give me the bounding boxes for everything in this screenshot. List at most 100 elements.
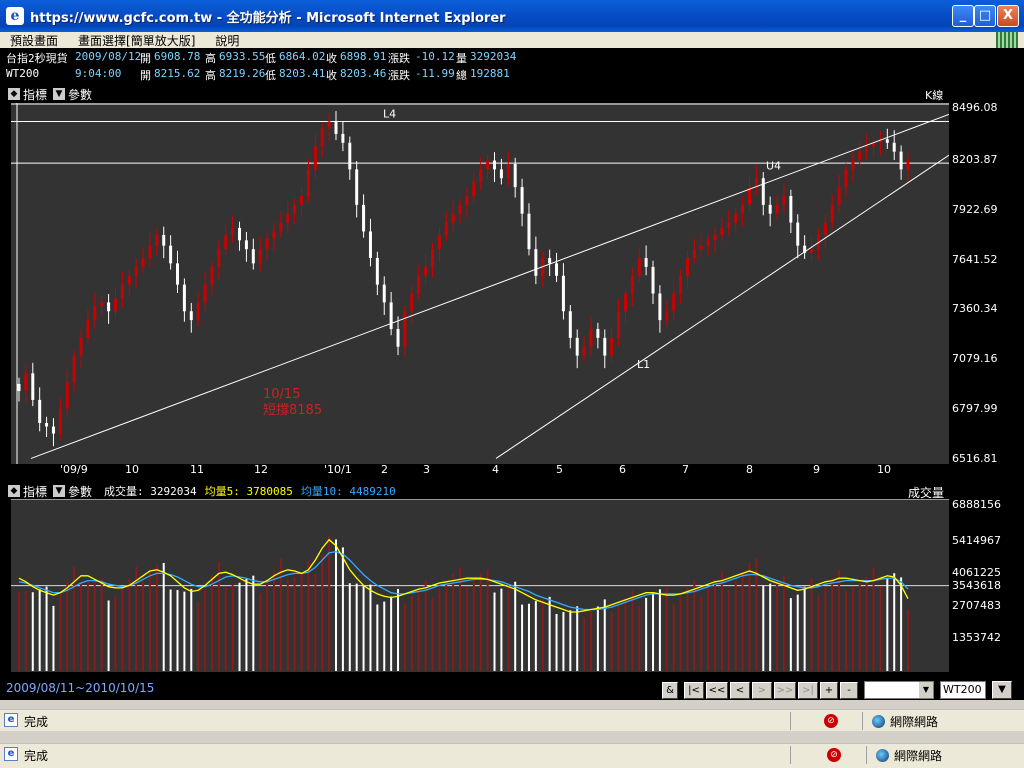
price-tick-label: 8203.87	[952, 152, 998, 166]
candle-body	[51, 426, 55, 434]
candle-body	[506, 164, 510, 179]
candle-body	[782, 195, 786, 205]
date-tick-label: 9	[813, 463, 820, 476]
nav-forward-button[interactable]: >	[752, 682, 772, 699]
candle-body	[706, 240, 710, 246]
change-label: 漲跌	[388, 69, 410, 82]
chart-annotation: U4	[766, 160, 781, 173]
candlestick-chart[interactable]: L4 U4 L1 10/15短撐8185	[11, 103, 949, 464]
candle-body	[534, 249, 538, 276]
security-zone: 網際網路	[876, 747, 942, 764]
candle-body	[465, 195, 469, 205]
candle-body	[892, 142, 896, 152]
candle-body	[651, 266, 655, 294]
candle-body	[148, 245, 152, 259]
price-tick-label: 6797.99	[952, 402, 998, 416]
candle-body	[65, 382, 69, 409]
candle-body	[906, 160, 910, 170]
zoom-in-button[interactable]: +	[820, 682, 838, 699]
candle-body	[699, 245, 703, 250]
zone-label: 網際網路	[894, 749, 943, 763]
date-tick-label: 2	[381, 463, 388, 476]
candle-body	[679, 275, 683, 294]
close-label: 收	[326, 69, 337, 82]
zoom-out-button[interactable]: -	[840, 682, 858, 699]
candle-body	[775, 204, 779, 214]
candle-body	[768, 204, 772, 214]
menu-item-default-view[interactable]: 預設畫面	[0, 32, 68, 49]
candle-body	[761, 178, 765, 205]
connection-meter-icon	[996, 32, 1018, 48]
candle-body	[810, 249, 814, 253]
candle-body	[100, 302, 104, 306]
divider	[790, 746, 791, 764]
nav-back-button[interactable]: <	[730, 682, 750, 699]
menu-item-help[interactable]: 說明	[205, 32, 249, 49]
high-label: 高	[205, 52, 216, 65]
date-tick-label: '09/9	[60, 463, 88, 476]
outer-status-bar: e 完成 ⊘ 網際網路	[0, 743, 1024, 768]
nav-last-button[interactable]: >|	[798, 682, 818, 699]
date-tick-label: 12	[254, 463, 268, 476]
period-select[interactable]: ▼	[864, 681, 934, 699]
price-tick-label: 7079.16	[952, 352, 998, 366]
candle-body	[741, 204, 745, 214]
menu-item-view-select[interactable]: 畫面選擇[簡單放大版]	[68, 32, 205, 49]
indicator-button[interactable]: 指標	[23, 86, 47, 103]
candle-body	[362, 204, 366, 232]
price-tick-label: 7922.69	[952, 202, 998, 216]
candle-body	[203, 284, 207, 303]
candle-body	[251, 249, 255, 264]
candle-body	[555, 263, 559, 276]
candle-body	[238, 227, 242, 241]
candle-body	[865, 146, 869, 152]
date-tick-label: 3	[423, 463, 430, 476]
candle-body	[86, 320, 90, 338]
nav-fast-forward-button[interactable]: >>	[774, 682, 796, 699]
chevron-down-icon[interactable]: ▼	[919, 682, 933, 698]
close-label: 收	[326, 52, 337, 65]
popup-blocked-icon[interactable]: ⊘	[824, 714, 838, 728]
candle-body	[24, 373, 28, 392]
close-button[interactable]: X	[997, 5, 1019, 27]
candle-body	[658, 293, 662, 321]
code-input[interactable]: WT200	[940, 681, 986, 699]
price-tick-label: 7641.52	[952, 252, 998, 266]
change-value: -10.12	[415, 50, 455, 63]
browser-window: e https://www.gcfc.com.tw - 全功能分析 - Micr…	[0, 0, 1024, 768]
triangle-down-icon[interactable]: ▼	[53, 88, 66, 100]
triangle-down-icon[interactable]: ▼	[53, 485, 66, 497]
candle-body	[899, 151, 903, 170]
date-tick-label: 6	[619, 463, 626, 476]
indicator-button[interactable]: 指標	[23, 483, 47, 500]
nav-link-button[interactable]: &	[662, 682, 678, 699]
chart-annotation: 短撐8185	[263, 403, 322, 418]
minimize-button[interactable]: _	[952, 5, 974, 27]
candle-body	[382, 284, 386, 303]
candle-body	[486, 160, 490, 170]
candle-body	[72, 355, 76, 383]
params-button[interactable]: 參數	[68, 86, 92, 103]
popup-blocked-icon[interactable]: ⊘	[827, 748, 841, 762]
candle-body	[444, 222, 448, 235]
nav-first-button[interactable]: |<	[684, 682, 704, 699]
maximize-button[interactable]: □	[974, 5, 996, 27]
candle-body	[424, 266, 428, 276]
volume-tick-label: 3543618	[952, 578, 1001, 592]
candle-body	[375, 258, 379, 285]
diamond-icon[interactable]: ◆	[8, 88, 20, 100]
diamond-icon[interactable]: ◆	[8, 485, 20, 497]
globe-icon	[876, 749, 889, 762]
candle-body	[672, 293, 676, 312]
globe-icon	[872, 715, 885, 728]
candle-body	[734, 213, 738, 223]
params-button[interactable]: 參數	[68, 483, 92, 500]
candle-body	[155, 234, 159, 246]
volume-chart[interactable]	[11, 499, 949, 672]
volume-tick-label: 4061225	[952, 566, 1001, 580]
volume-readout: 成交量: 3292034	[104, 485, 197, 498]
quote-strip: 台指2秒現貨 2009/08/12 開 6908.78 高 6933.55 低 …	[0, 48, 1024, 84]
nav-fast-back-button[interactable]: <<	[706, 682, 728, 699]
k-line-label: K線	[925, 89, 944, 102]
code-dropdown-button[interactable]: ▼	[992, 681, 1012, 699]
